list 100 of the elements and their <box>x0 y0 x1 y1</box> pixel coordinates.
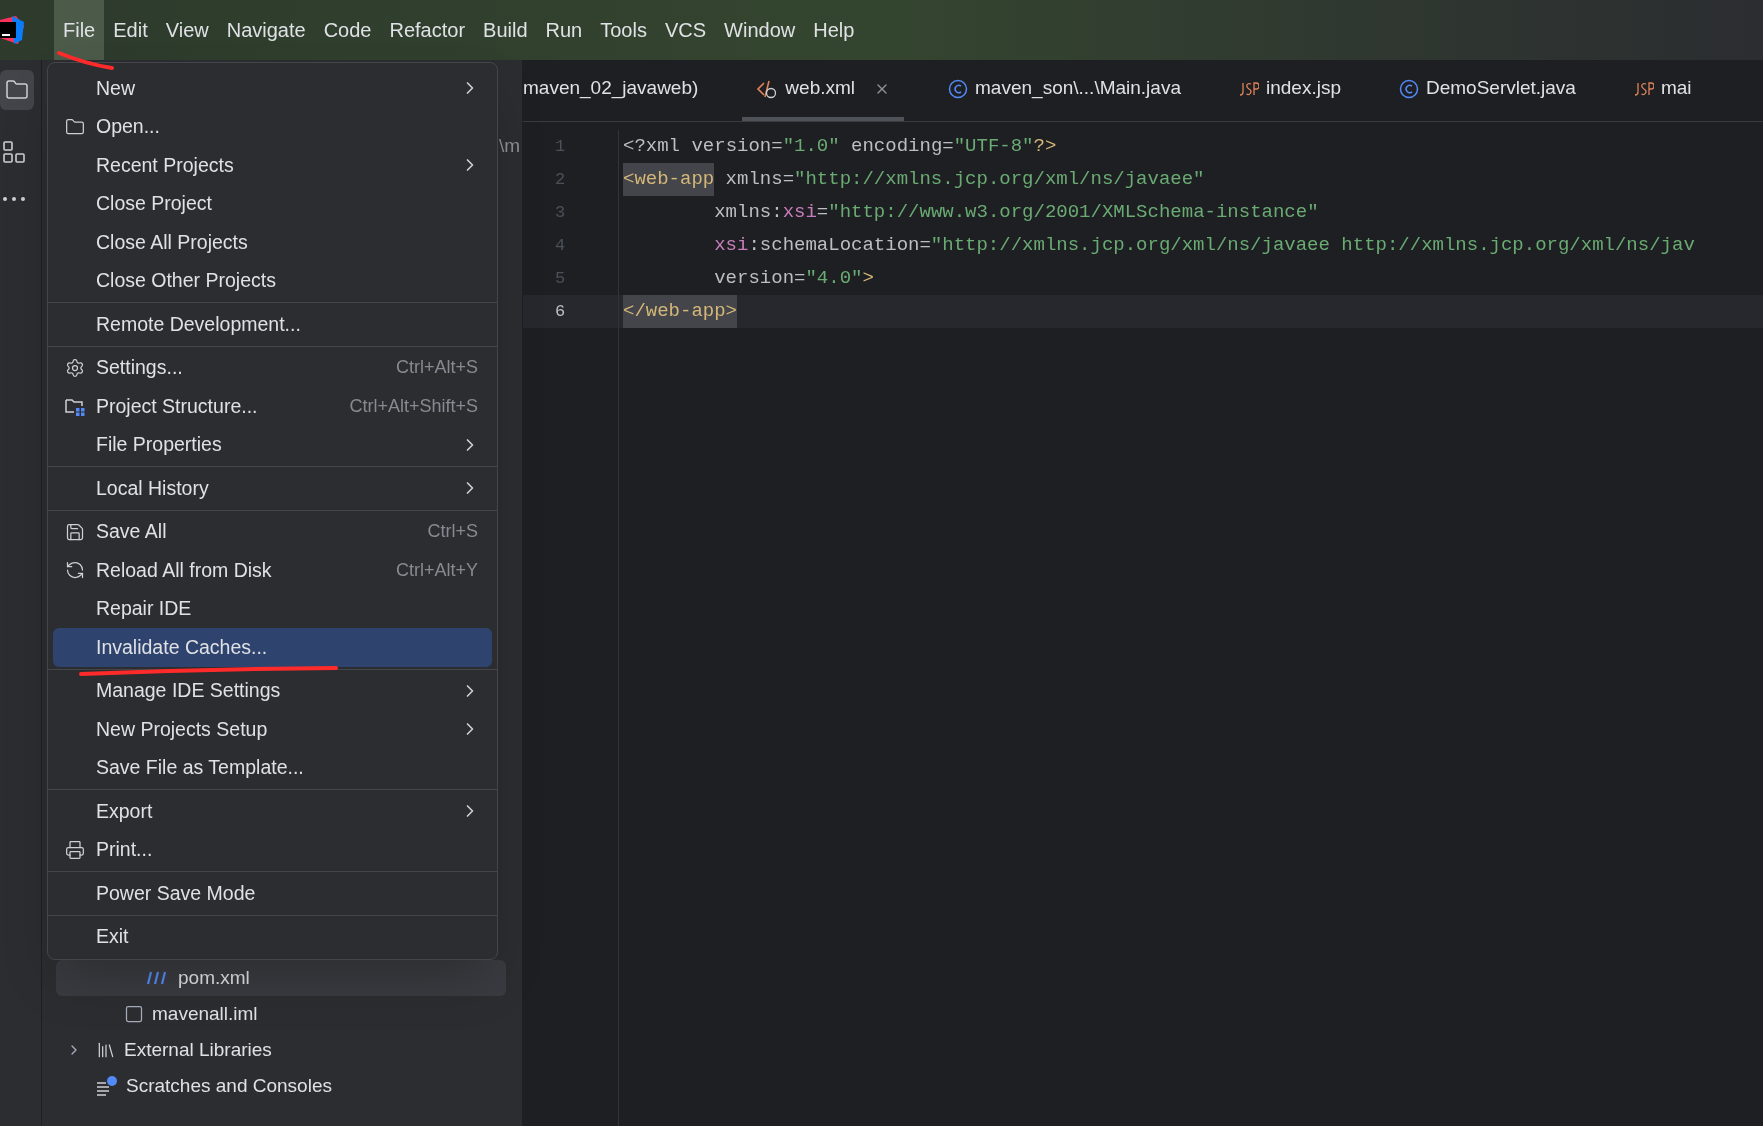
menu-item[interactable]: File Properties <box>53 425 492 464</box>
menu-item[interactable]: Manage IDE Settings <box>53 671 492 710</box>
annotation-underline <box>56 50 116 72</box>
menu-item-label: Exit <box>96 924 129 950</box>
menu-item[interactable]: Power Save Mode <box>53 874 492 913</box>
line-number: 6 <box>555 300 566 323</box>
menu-bar-item[interactable]: VCS <box>655 0 716 60</box>
code-text: ?> <box>1033 134 1057 159</box>
menu-item-label: Invalidate Caches... <box>96 634 268 660</box>
menu-bar-item[interactable]: Navigate <box>217 0 315 60</box>
menu-bar-item[interactable]: Window <box>715 0 805 60</box>
tree-item[interactable]: External Libraries <box>56 1032 506 1068</box>
code-text: <?xml <box>623 134 681 159</box>
menu-bar-item[interactable]: View <box>156 0 218 60</box>
structure-icon[interactable] <box>1 140 26 164</box>
menu-bar-item[interactable]: Build <box>474 0 537 60</box>
code-text: xmlns= <box>724 167 795 192</box>
editor-tab[interactable]: maven_02_javaweb) <box>523 60 713 121</box>
code-text: xmlns: <box>713 200 783 225</box>
scratches-icon <box>96 1076 118 1096</box>
menu-item[interactable]: Save All Ctrl+S <box>53 512 492 551</box>
library-icon <box>96 1040 116 1060</box>
reload-icon <box>64 560 85 581</box>
code-text: :schemaLocation= <box>748 233 931 258</box>
menu-item[interactable]: Close Other Projects <box>53 261 492 300</box>
tree-item[interactable]: mavenall.iml <box>56 996 506 1032</box>
file-icon <box>124 1004 144 1024</box>
menu-item-label: Recent Projects <box>96 152 234 178</box>
menu-item[interactable]: Settings... Ctrl+Alt+S <box>53 348 492 387</box>
editor-tab[interactable]: maven_son\...\Main.java <box>934 60 1195 121</box>
code-text: > <box>862 266 874 291</box>
code-text: = <box>816 200 829 225</box>
folder-icon <box>4 78 29 102</box>
jsp-file-icon <box>1633 80 1654 97</box>
menu-item[interactable]: Save File as Template... <box>53 748 492 787</box>
tree-item[interactable]: pom.xml <box>56 960 506 996</box>
menu-item-label: File Properties <box>96 432 222 458</box>
menu-bar-item[interactable]: Tools <box>591 0 656 60</box>
menu-item[interactable]: Reload All from Disk Ctrl+Alt+Y <box>53 551 492 590</box>
menu-bar-item[interactable]: Help <box>804 0 864 60</box>
menu-item[interactable]: Local History <box>53 469 492 508</box>
jsp-file-icon <box>1239 80 1259 97</box>
menu-item[interactable]: Close All Projects <box>53 223 492 262</box>
menu-item-label: Reload All from Disk <box>96 557 272 583</box>
menu-item-label: Open... <box>96 114 160 140</box>
menu-item[interactable]: New Projects Setup <box>53 710 492 749</box>
menu-item[interactable]: Exit <box>53 917 492 956</box>
menu-item-label: Local History <box>96 475 209 501</box>
menu-item[interactable]: Export <box>53 792 492 831</box>
menu-item[interactable]: Project Structure... Ctrl+Alt+Shift+S <box>53 387 492 426</box>
printer-icon <box>64 839 85 860</box>
menu-item[interactable]: Print... <box>53 830 492 869</box>
menu-item-label: Manage IDE Settings <box>96 678 281 704</box>
menu-item-label: Power Save Mode <box>96 880 256 906</box>
menu-item-label: Close All Projects <box>96 229 248 255</box>
shortcut-text: Ctrl+Alt+Y <box>395 558 479 582</box>
code-text: xsi <box>782 200 817 225</box>
code-text: encoding= <box>851 134 954 159</box>
menu-item[interactable]: Invalidate Caches... <box>53 628 492 667</box>
code-text: version= <box>691 134 783 159</box>
app-logo-icon <box>0 16 24 44</box>
menu-bar-item[interactable]: Code <box>314 0 381 60</box>
code-text: "UTF-8" <box>953 134 1034 159</box>
menu-bar-item[interactable]: Run <box>536 0 592 60</box>
editor-tab[interactable]: DemoServlet.java <box>1385 60 1590 121</box>
shortcut-text: Ctrl+S <box>427 520 479 544</box>
menu-item-label: New <box>96 75 135 101</box>
shortcut-text: Ctrl+Alt+S <box>395 356 479 380</box>
code-text: </web-app> <box>623 295 738 328</box>
more-icon[interactable] <box>1 196 26 202</box>
path-text: \m <box>498 134 520 158</box>
save-icon <box>64 521 85 542</box>
menu-item-label: Close Project <box>96 191 212 217</box>
menu-item-label: Repair IDE <box>96 596 192 622</box>
menu-item-label: Settings... <box>96 355 183 381</box>
menu-bar-item[interactable]: Edit <box>104 0 157 60</box>
shortcut-text: Ctrl+Alt+Shift+S <box>349 394 479 418</box>
tree-item[interactable]: Scratches and Consoles <box>56 1068 506 1104</box>
code-file-icon <box>756 78 779 99</box>
menu-item[interactable]: Open... <box>53 107 492 146</box>
menu-bar-item[interactable]: Refactor <box>380 0 475 60</box>
code-text: "1.0" <box>782 134 841 159</box>
menu-item-label: Remote Development... <box>96 311 301 337</box>
code-text: <web-app <box>623 163 715 196</box>
menu-item-label: Print... <box>96 837 153 863</box>
folder-grid-icon <box>63 396 86 417</box>
menu-item[interactable]: Close Project <box>53 184 492 223</box>
project-tool-button[interactable] <box>0 70 34 110</box>
menu-item[interactable]: Remote Development... <box>53 305 492 344</box>
menu-item[interactable]: New <box>53 69 492 108</box>
menu-item[interactable]: Repair IDE <box>53 589 492 628</box>
editor-tab[interactable]: mai <box>1619 60 1706 121</box>
code-text: version= <box>713 266 806 291</box>
editor-tab[interactable]: web.xml <box>742 60 905 121</box>
editor-tab[interactable]: index.jsp <box>1225 60 1355 121</box>
code-text: "http://xmlns.jcp.org/xml/ns/javaee http://xmlns.jcp.org/xml/ns/jav <box>930 233 1695 258</box>
menu-item-label: New Projects Setup <box>96 716 268 742</box>
menu-bar-item[interactable]: File <box>54 0 105 60</box>
code-text: "http://www.w3.org/2001/XMLSchema-instance" <box>828 200 1319 225</box>
menu-item[interactable]: Recent Projects <box>53 146 492 185</box>
